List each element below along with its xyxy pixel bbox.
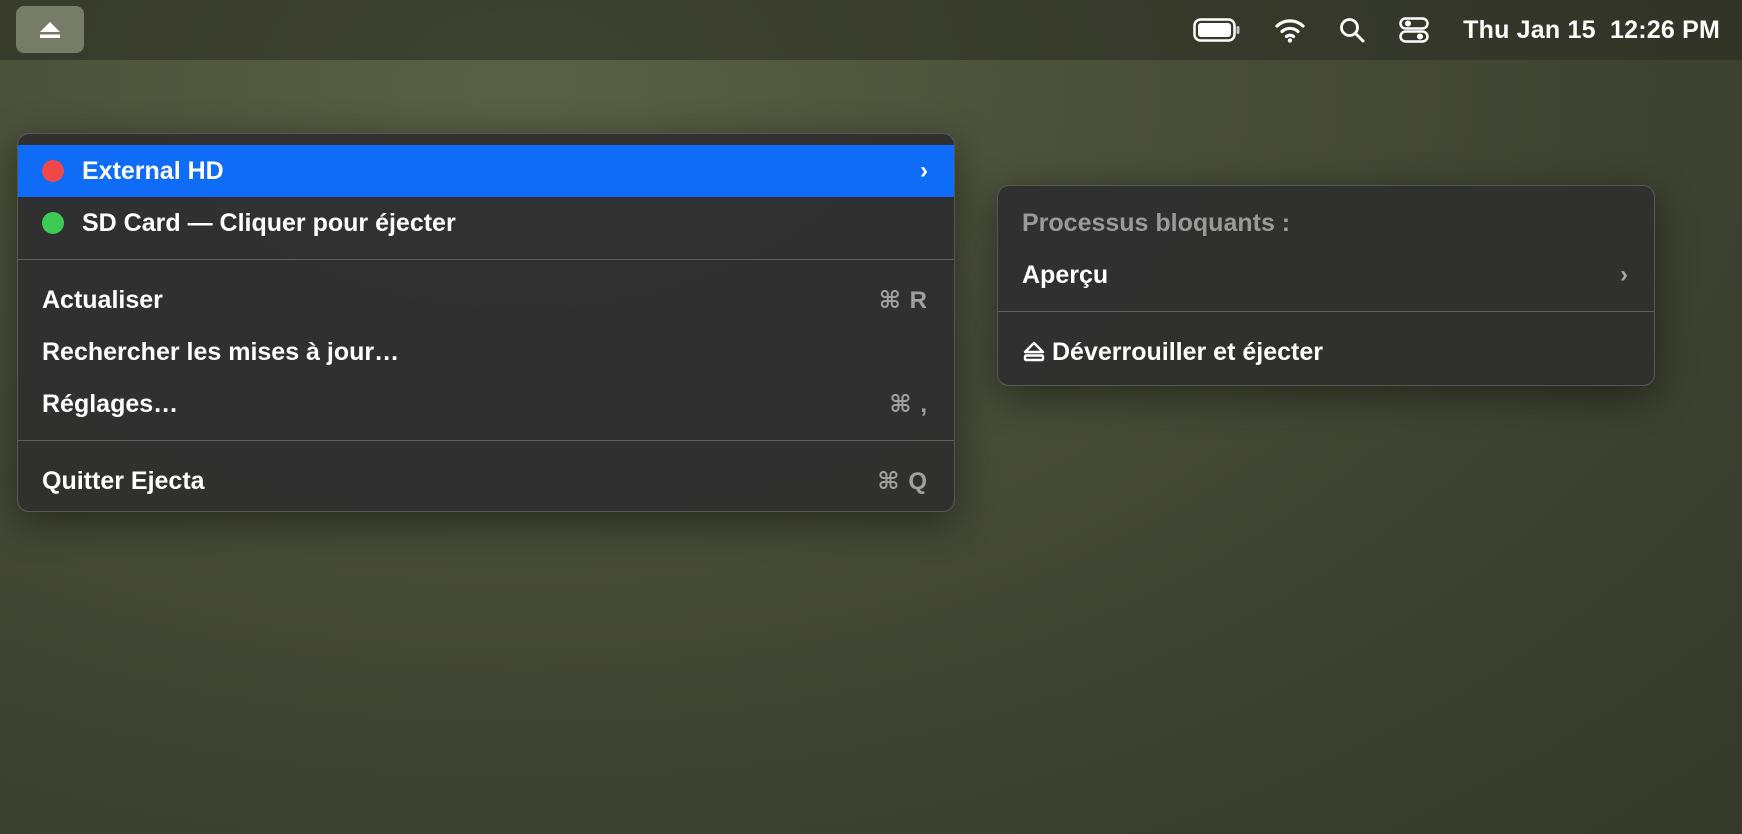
menu-item-label: Quitter Ejecta: [42, 466, 205, 495]
ejecta-dropdown-menu: External HD › SD Card — Cliquer pour éje…: [17, 133, 955, 512]
menu-item-shortcut: ⌘ ,: [889, 390, 928, 418]
external-hd-submenu: Processus bloquants : Aperçu › Déverroui…: [997, 185, 1655, 386]
eject-icon: [40, 21, 60, 38]
menu-separator: [18, 440, 954, 441]
battery-icon[interactable]: [1193, 18, 1241, 42]
volume-name: SD Card — Cliquer pour éjecter: [82, 208, 456, 237]
menu-item-label: Rechercher les mises à jour…: [42, 337, 400, 366]
volume-status-dot-green: [42, 212, 64, 234]
process-name: Aperçu: [1022, 260, 1109, 289]
status-area: Thu Jan 15 12:26 PM: [1159, 0, 1720, 60]
menu-item-refresh[interactable]: Actualiser ⌘ R: [18, 274, 954, 326]
menu-item-label: Réglages…: [42, 389, 179, 418]
menu-item-settings[interactable]: Réglages… ⌘ ,: [18, 378, 954, 430]
menu-separator: [998, 311, 1654, 312]
volume-item-external-hd[interactable]: External HD ›: [18, 145, 954, 197]
volume-item-sd-card[interactable]: SD Card — Cliquer pour éjecter: [18, 197, 954, 249]
menu-item-quit[interactable]: Quitter Ejecta ⌘ Q: [18, 455, 954, 507]
chevron-right-icon: ›: [1620, 261, 1628, 288]
ejecta-menu-bar-button[interactable]: [16, 6, 84, 53]
chevron-right-icon: ›: [920, 157, 928, 184]
menu-bar-clock[interactable]: Thu Jan 15 12:26 PM: [1463, 16, 1720, 45]
volume-name: External HD: [82, 156, 224, 185]
control-center-icon[interactable]: [1399, 17, 1429, 43]
eject-icon: [1022, 341, 1046, 363]
search-icon[interactable]: [1339, 17, 1365, 43]
unlock-and-eject-label: Déverrouiller et éjecter: [1052, 337, 1323, 366]
blocking-processes-header: Processus bloquants :: [1022, 208, 1291, 237]
wifi-icon[interactable]: [1275, 17, 1305, 43]
volume-status-dot-red: [42, 160, 64, 182]
menu-item-label: Actualiser: [42, 285, 163, 314]
menu-bar: Thu Jan 15 12:26 PM: [0, 0, 1742, 60]
menu-item-shortcut: ⌘ Q: [877, 467, 928, 495]
menu-separator: [18, 259, 954, 260]
process-item-apercu[interactable]: Aperçu ›: [998, 249, 1654, 301]
unlock-and-eject-button[interactable]: Déverrouiller et éjecter: [998, 326, 1654, 378]
menu-item-check-updates[interactable]: Rechercher les mises à jour…: [18, 326, 954, 378]
menu-item-shortcut: ⌘ R: [878, 286, 928, 314]
